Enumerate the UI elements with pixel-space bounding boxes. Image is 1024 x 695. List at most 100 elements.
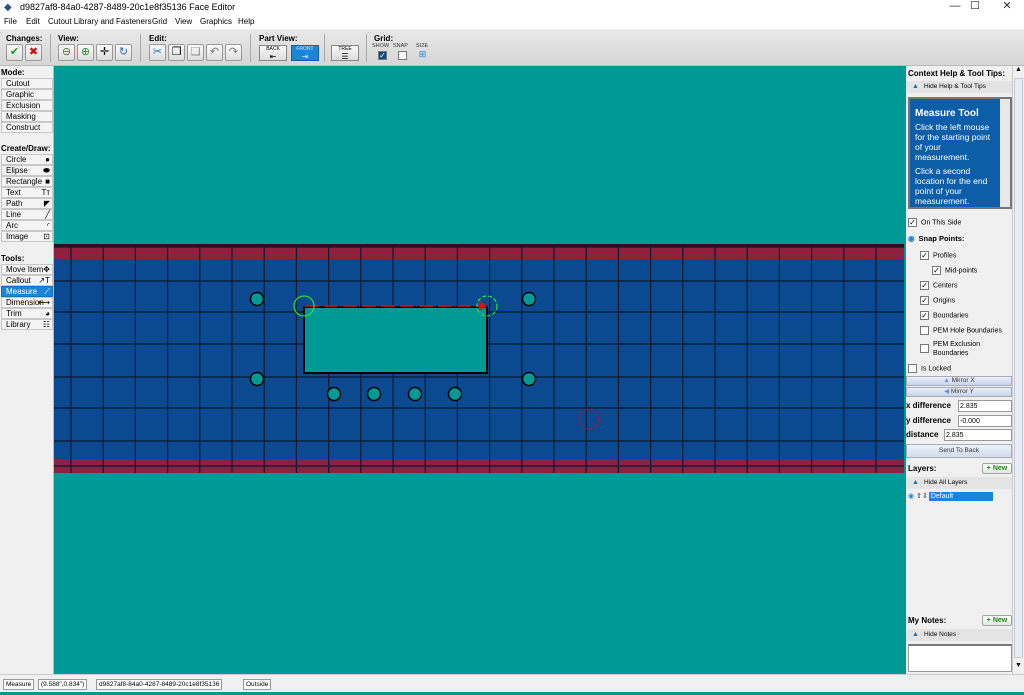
draw-image[interactable]: Image ⊡ bbox=[1, 231, 53, 242]
tool-move-item[interactable]: Move Item ✥ bbox=[1, 264, 53, 275]
draw-path[interactable]: Path ◤ bbox=[1, 198, 53, 209]
snap-boundaries-checkbox[interactable]: ✓ Boundaries bbox=[920, 311, 968, 320]
menu-cutout-library[interactable]: Cutout Library and Fasteners bbox=[48, 17, 152, 26]
distance-input[interactable] bbox=[944, 429, 1012, 441]
rectangle-cutout[interactable] bbox=[303, 306, 488, 374]
front-view-button[interactable]: FRONT ⇥ bbox=[291, 45, 319, 61]
snap-midpoints-checkbox[interactable]: ✓ Mid-points bbox=[932, 266, 977, 275]
menu-edit[interactable]: Edit bbox=[26, 17, 40, 26]
draw-circle[interactable]: Circle ● bbox=[1, 154, 53, 165]
menu-grid[interactable]: Grid bbox=[152, 17, 167, 26]
grid-size-button[interactable]: ⊞ bbox=[418, 49, 427, 60]
design-canvas[interactable] bbox=[54, 66, 904, 674]
menu-graphics[interactable]: Graphics bbox=[200, 17, 232, 26]
layer-name[interactable]: Default bbox=[928, 492, 993, 501]
snap-centers-checkbox[interactable]: ✓ Centers bbox=[920, 281, 958, 290]
help-title: Measure Tool bbox=[915, 108, 979, 119]
left-panel: Mode: Cutout Graphic Exclusion Masking C… bbox=[0, 66, 54, 674]
mode-cutout[interactable]: Cutout bbox=[1, 78, 53, 89]
maximize-button[interactable]: ☐ bbox=[960, 0, 990, 14]
copy-button[interactable]: ❐ bbox=[168, 44, 185, 61]
hide-all-layers-button[interactable]: ▲ Hide All Layers bbox=[906, 477, 1012, 489]
menu-view[interactable]: View bbox=[175, 17, 192, 26]
grid-snap-checkbox[interactable] bbox=[398, 51, 407, 60]
tree-button[interactable]: TREE ☰ bbox=[331, 45, 359, 61]
back-view-button[interactable]: BACK ⇤ bbox=[259, 45, 287, 61]
snap-pem-exclusion-boundaries-checkbox[interactable]: PEM Exclusion Boundaries bbox=[920, 340, 1010, 358]
on-this-side-checkbox[interactable]: ✓ On This Side bbox=[908, 218, 961, 227]
mirror-y-button[interactable]: ◀ Mirror Y bbox=[906, 387, 1012, 397]
help-scrollbar[interactable] bbox=[1000, 99, 1010, 207]
mode-masking[interactable]: Masking bbox=[1, 111, 53, 122]
x-difference-input[interactable] bbox=[958, 400, 1012, 412]
mode-construct[interactable]: Construct bbox=[1, 122, 53, 133]
menu-file[interactable]: File bbox=[4, 17, 17, 26]
y-difference-input[interactable] bbox=[958, 415, 1012, 427]
measure-icon: ⟋ bbox=[44, 287, 50, 296]
paste-icon: ❏ bbox=[190, 46, 201, 58]
separator bbox=[140, 34, 141, 62]
draw-text[interactable]: Text Tт bbox=[1, 187, 53, 198]
tool-callout[interactable]: Callout ↗T bbox=[1, 275, 53, 286]
pan-button[interactable]: ✛ bbox=[96, 44, 113, 61]
mode-label: Mode: bbox=[1, 68, 25, 77]
tool-dimension[interactable]: Dimension ⟼ bbox=[1, 297, 53, 308]
draw-line[interactable]: Line ╱ bbox=[1, 209, 53, 220]
accept-changes-button[interactable]: ✔ bbox=[6, 44, 23, 61]
refresh-button[interactable]: ↻ bbox=[115, 44, 132, 61]
eye-icon[interactable]: ◉ bbox=[908, 493, 914, 500]
undo-icon: ↶ bbox=[209, 46, 220, 58]
create-draw-label: Create/Draw: bbox=[1, 144, 51, 153]
notes-textarea[interactable] bbox=[908, 644, 1012, 672]
tool-trim[interactable]: Trim ◕ bbox=[1, 308, 53, 319]
move-down-icon[interactable]: ⇩ bbox=[922, 493, 928, 500]
eye-icon: ◉ bbox=[908, 234, 915, 243]
redo-button[interactable]: ↷ bbox=[225, 44, 242, 61]
mirror-x-button[interactable]: ▲ Mirror X bbox=[906, 376, 1012, 386]
mode-graphic[interactable]: Graphic bbox=[1, 89, 53, 100]
rectangle-icon: ■ bbox=[45, 177, 50, 186]
x-icon: ✖ bbox=[28, 46, 39, 58]
scroll-up-icon[interactable]: ▲ bbox=[1013, 66, 1024, 78]
menu-help[interactable]: Help bbox=[238, 17, 254, 26]
snap-origins-checkbox[interactable]: ✓ Origins bbox=[920, 296, 955, 305]
paste-button[interactable]: ❏ bbox=[187, 44, 204, 61]
zoom-out-button[interactable]: ⊖ bbox=[58, 44, 75, 61]
layer-row[interactable]: ◉ ⇧⇩ Default bbox=[908, 492, 1012, 501]
send-to-back-button[interactable]: Send To Back bbox=[906, 444, 1012, 458]
grid-show-checkbox[interactable]: ✓ bbox=[378, 51, 387, 60]
move-icon: ✥ bbox=[43, 265, 50, 274]
snap-profiles-checkbox[interactable]: ✓ Profiles bbox=[920, 251, 956, 260]
draw-rectangle[interactable]: Rectangle ■ bbox=[1, 176, 53, 187]
layers-label: Layers: bbox=[908, 464, 937, 473]
hide-notes-button[interactable]: ▲ Hide Notes bbox=[906, 629, 1012, 641]
grid-size-icon: ⊞ bbox=[418, 49, 427, 59]
line-icon: ╱ bbox=[45, 210, 50, 219]
cut-button[interactable]: ✂ bbox=[149, 44, 166, 61]
canvas-drawing[interactable] bbox=[54, 66, 904, 674]
mode-exclusion[interactable]: Exclusion bbox=[1, 100, 53, 111]
new-layer-button[interactable]: + New bbox=[982, 463, 1012, 474]
mirror-x-icon: ▲ bbox=[943, 377, 952, 384]
scrollbar-thumb[interactable] bbox=[1014, 78, 1023, 658]
zoom-in-button[interactable]: ⊕ bbox=[77, 44, 94, 61]
draw-arc[interactable]: Arc ◜ bbox=[1, 220, 53, 231]
draw-ellipse[interactable]: Elipse ⬬ bbox=[1, 165, 53, 176]
scroll-down-icon[interactable]: ▼ bbox=[1013, 662, 1024, 674]
snap-points-toggle[interactable]: ◉ Snap Points: bbox=[908, 234, 964, 243]
tool-measure[interactable]: Measure ⟋ bbox=[1, 286, 53, 297]
snap-pem-hole-boundaries-checkbox[interactable]: PEM Hole Boundaries bbox=[920, 326, 1002, 335]
text-icon: Tт bbox=[41, 188, 50, 197]
undo-button[interactable]: ↶ bbox=[206, 44, 223, 61]
is-locked-checkbox[interactable]: Is Locked bbox=[908, 364, 951, 373]
right-panel-scrollbar[interactable]: ▲ ▼ bbox=[1012, 66, 1024, 674]
round-hole-cutout bbox=[366, 386, 382, 402]
front-icon: ⇥ bbox=[301, 52, 309, 61]
status-part-id: d9827af8-84a0-4287-8489-20c1e8f35136 bbox=[96, 679, 223, 690]
tool-library[interactable]: Library ☷ bbox=[1, 319, 53, 330]
new-note-button[interactable]: + New bbox=[982, 615, 1012, 626]
close-button[interactable]: ✕ bbox=[992, 0, 1022, 14]
round-hole-cutout bbox=[521, 371, 537, 387]
hide-help-button[interactable]: ▲ Hide Help & Tool Tips bbox=[906, 81, 1012, 93]
discard-changes-button[interactable]: ✖ bbox=[25, 44, 42, 61]
